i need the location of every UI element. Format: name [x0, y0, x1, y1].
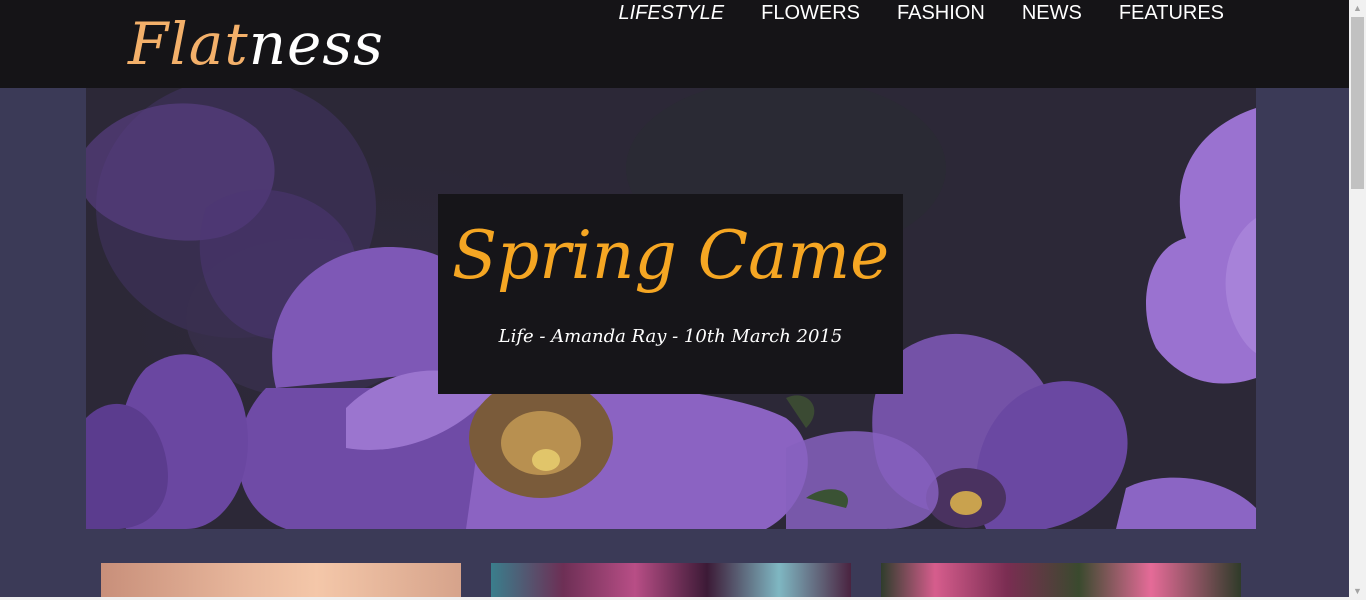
nav-item-flowers[interactable]: FLOWERS: [743, 0, 879, 28]
nav-item-features[interactable]: FEATURES: [1100, 0, 1242, 28]
hero-banner[interactable]: Spring Came Life - Amanda Ray - 10th Mar…: [86, 88, 1256, 529]
nav-item-fashion[interactable]: FASHION: [879, 0, 1004, 28]
site-header: Flatness LIFESTYLE FLOWERS FASHION NEWS …: [0, 0, 1349, 88]
logo-part-flat: Flat: [128, 10, 249, 78]
post-thumbnail-1[interactable]: [101, 563, 461, 600]
scroll-up-icon[interactable]: ▲: [1349, 0, 1366, 17]
scroll-down-icon[interactable]: ▼: [1349, 583, 1366, 600]
site-logo[interactable]: Flatness: [128, 6, 384, 82]
hero-title-box[interactable]: Spring Came Life - Amanda Ray - 10th Mar…: [438, 194, 903, 394]
page: Flatness LIFESTYLE FLOWERS FASHION NEWS …: [0, 0, 1349, 600]
logo-part-ness: ness: [248, 10, 384, 78]
nav-item-lifestyle[interactable]: LIFESTYLE: [600, 0, 743, 28]
main-nav: LIFESTYLE FLOWERS FASHION NEWS FEATURES: [600, 0, 1243, 28]
post-thumbnail-3[interactable]: [881, 563, 1241, 600]
vertical-scrollbar[interactable]: ▲ ▼: [1349, 0, 1366, 600]
nav-item-news[interactable]: NEWS: [1003, 0, 1100, 28]
post-thumbnail-2[interactable]: [491, 563, 851, 600]
hero-meta: Life - Amanda Ray - 10th March 2015: [498, 326, 843, 347]
hero-title[interactable]: Spring Came: [438, 216, 903, 296]
scrollbar-thumb[interactable]: [1351, 17, 1364, 189]
